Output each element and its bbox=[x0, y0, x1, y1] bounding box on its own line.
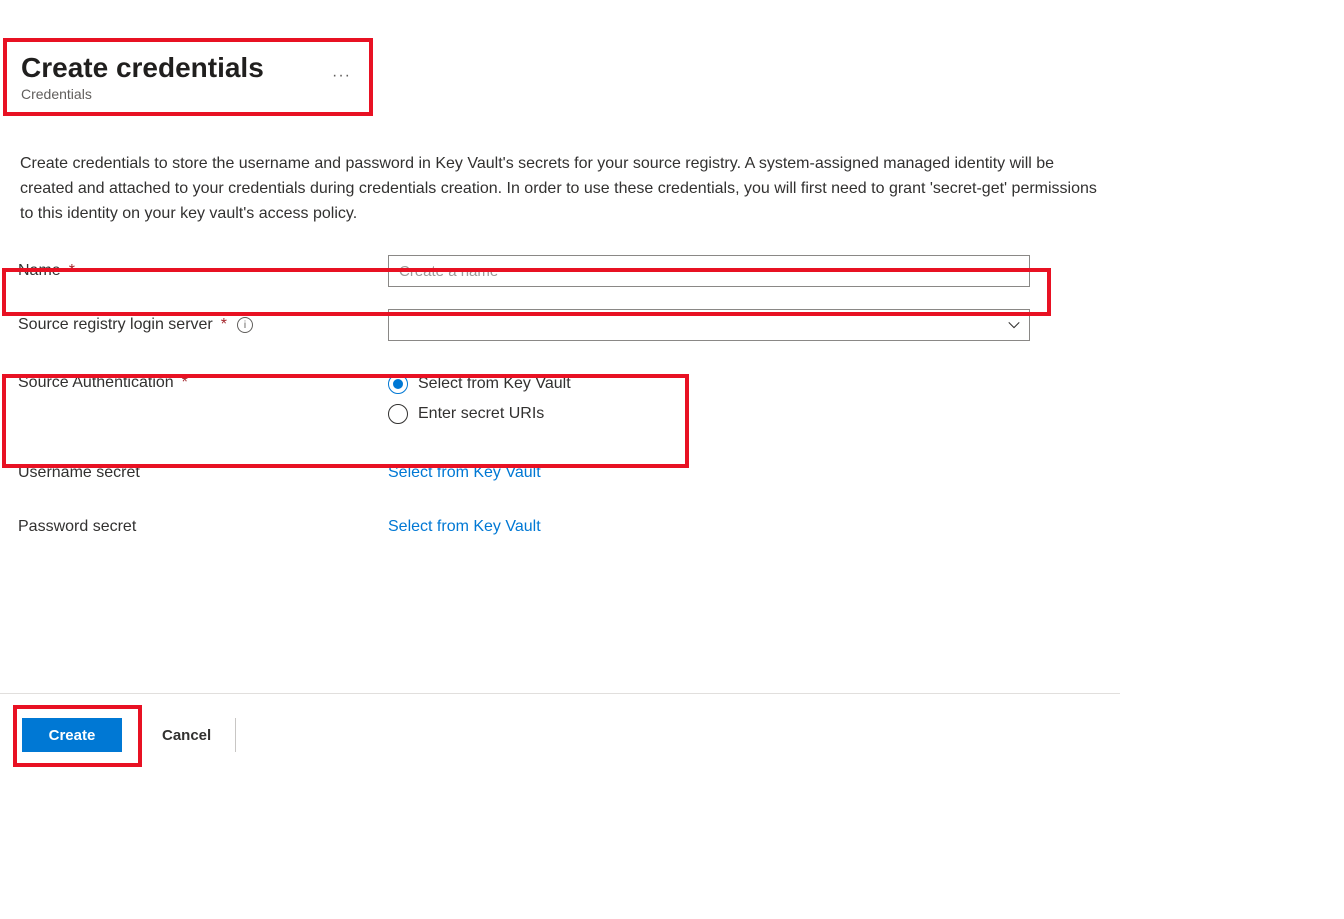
page-title: Create credentials bbox=[21, 52, 264, 84]
username-secret-select-link[interactable]: Select from Key Vault bbox=[388, 464, 541, 481]
breadcrumb: Credentials bbox=[21, 86, 309, 102]
row-login-server: Source registry login server * i bbox=[0, 298, 1344, 352]
info-icon[interactable]: i bbox=[237, 317, 253, 333]
radio-select-key-vault[interactable]: Select from Key Vault bbox=[388, 374, 1030, 394]
label-password-secret-text: Password secret bbox=[18, 518, 136, 536]
radio-indicator-unselected bbox=[388, 404, 408, 424]
label-login-server: Source registry login server * i bbox=[0, 316, 370, 334]
label-name-text: Name bbox=[18, 262, 61, 280]
label-name: Name * bbox=[0, 262, 370, 280]
radio-label-uri: Enter secret URIs bbox=[418, 405, 544, 423]
create-credentials-panel: Create credentials ··· Credentials Creat… bbox=[0, 0, 1344, 554]
label-source-auth: Source Authentication * bbox=[0, 374, 370, 392]
label-login-server-text: Source registry login server bbox=[18, 316, 213, 334]
create-button[interactable]: Create bbox=[22, 718, 122, 752]
name-input[interactable] bbox=[388, 255, 1030, 287]
label-source-auth-text: Source Authentication bbox=[18, 374, 174, 392]
radio-label-kv: Select from Key Vault bbox=[418, 375, 571, 393]
cancel-button[interactable]: Cancel bbox=[148, 718, 236, 752]
radio-enter-secret-uris[interactable]: Enter secret URIs bbox=[388, 404, 1030, 424]
header-region: Create credentials ··· Credentials bbox=[3, 38, 373, 116]
password-secret-select-link[interactable]: Select from Key Vault bbox=[388, 518, 541, 535]
required-star: * bbox=[69, 262, 75, 280]
label-password-secret: Password secret bbox=[0, 518, 370, 536]
required-star: * bbox=[221, 316, 227, 334]
chevron-down-icon bbox=[1007, 318, 1021, 332]
row-password-secret: Password secret Select from Key Vault bbox=[0, 500, 1344, 554]
login-server-dropdown[interactable] bbox=[388, 309, 1030, 341]
label-username-secret: Username secret bbox=[0, 464, 370, 482]
label-username-secret-text: Username secret bbox=[18, 464, 140, 482]
row-source-auth: Source Authentication * Select from Key … bbox=[0, 362, 1344, 424]
row-username-secret: Username secret Select from Key Vault bbox=[0, 446, 1344, 500]
row-name: Name * bbox=[0, 244, 1344, 298]
description-text: Create credentials to store the username… bbox=[20, 152, 1110, 226]
source-auth-radio-group: Select from Key Vault Enter secret URIs bbox=[388, 374, 1030, 424]
form-area: Name * Source registry login server * i bbox=[0, 244, 1344, 554]
more-icon[interactable]: ··· bbox=[332, 67, 351, 85]
required-star: * bbox=[182, 374, 188, 392]
radio-indicator-selected bbox=[388, 374, 408, 394]
footer-bar: Create Cancel bbox=[0, 693, 1120, 752]
